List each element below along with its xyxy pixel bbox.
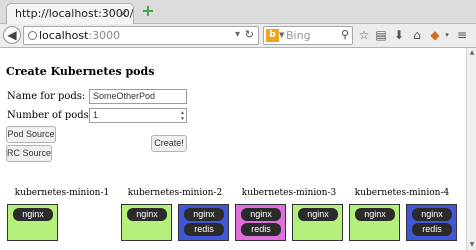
pod-pill[interactable]: nginx	[13, 208, 53, 221]
engine-dropdown-icon[interactable]: ▼	[279, 31, 284, 39]
pod-group-box[interactable]: nginx	[121, 204, 172, 241]
pod-group-box[interactable]: nginx	[7, 204, 58, 241]
browser-tab[interactable]: http://localhost:3000/ ×	[6, 3, 134, 24]
pod-pill[interactable]: redis	[241, 223, 281, 236]
search-bar[interactable]: b ▼ Bing ⚲	[263, 26, 353, 45]
pod-pill[interactable]: nginx	[298, 208, 338, 221]
new-tab-icon[interactable]: +	[141, 3, 155, 19]
pod-name-label: Name for pods:	[7, 91, 86, 102]
minion-label: kubernetes-minion-1	[14, 188, 110, 198]
pod-group-box[interactable]: nginx	[292, 204, 343, 241]
tab-strip: http://localhost:3000/ × +	[0, 0, 476, 24]
pod-count-label: Number of pods:	[7, 110, 93, 121]
scroll-up-icon[interactable]: ▲	[467, 48, 476, 58]
pod-count-value: 1	[93, 110, 99, 120]
search-icon[interactable]: ⚲	[341, 28, 349, 41]
search-placeholder: Bing	[286, 29, 311, 42]
pod-pill[interactable]: nginx	[241, 208, 281, 221]
star-icon[interactable]: ☆	[357, 28, 371, 42]
minion-label: kubernetes-minion-2	[127, 188, 223, 198]
url-port: :3000	[88, 29, 121, 42]
create-button[interactable]: Create!	[151, 135, 187, 152]
clipboard-icon[interactable]: ▤	[374, 28, 388, 42]
pod-count-input[interactable]: 1 ▲ ▼	[89, 108, 187, 123]
rc-source-button[interactable]: RC Source	[6, 145, 52, 162]
url-dropdown-icon[interactable]: ▾	[235, 29, 240, 40]
pod-pill[interactable]: nginx	[412, 208, 452, 221]
globe-icon	[28, 31, 37, 40]
pod-group-box[interactable]: nginx	[349, 204, 400, 241]
download-icon[interactable]: ⬇	[392, 28, 406, 42]
navigation-bar: ◀ localhost:3000 ▾ ↻ b ▼ Bing ⚲ ☆ ▤ ⬇ ⌂ …	[0, 24, 476, 48]
pod-source-button[interactable]: Pod Source	[6, 126, 56, 143]
tab-title: http://localhost:3000/	[15, 7, 134, 20]
pod-name-input[interactable]: SomeOtherPod	[89, 89, 187, 104]
pod-pill[interactable]: redis	[412, 223, 452, 236]
pod-pill[interactable]: nginx	[355, 208, 395, 221]
pod-name-value: SomeOtherPod	[93, 91, 156, 101]
spinner-down-icon[interactable]: ▼	[180, 116, 185, 122]
url-host: localhost	[39, 29, 89, 42]
reload-icon[interactable]: ↻	[245, 28, 254, 41]
scroll-down-icon[interactable]: ▼	[467, 240, 476, 250]
pod-pill[interactable]: nginx	[184, 208, 224, 221]
minion-label: kubernetes-minion-3	[241, 188, 337, 198]
pod-pill[interactable]: redis	[184, 223, 224, 236]
pod-group-box[interactable]: nginx redis	[235, 204, 286, 241]
page-title: Create Kubernetes pods	[6, 65, 155, 78]
close-tab-icon[interactable]: ×	[119, 7, 128, 20]
home-icon[interactable]: ⌂	[410, 28, 424, 42]
back-icon[interactable]: ◀	[3, 26, 21, 44]
bing-logo-icon[interactable]: b	[266, 29, 279, 42]
vertical-scrollbar[interactable]: ▲ ▼	[466, 48, 476, 250]
minion-label: kubernetes-minion-4	[354, 188, 450, 198]
pod-group-box[interactable]: nginx redis	[406, 204, 457, 241]
extension-dropdown-icon[interactable]: ▾	[440, 31, 454, 39]
menu-icon[interactable]: ≡	[455, 28, 469, 42]
url-bar[interactable]: localhost:3000 ▾ ↻	[23, 26, 259, 45]
pod-pill[interactable]: nginx	[127, 208, 167, 221]
pod-group-box[interactable]: nginx redis	[178, 204, 229, 241]
